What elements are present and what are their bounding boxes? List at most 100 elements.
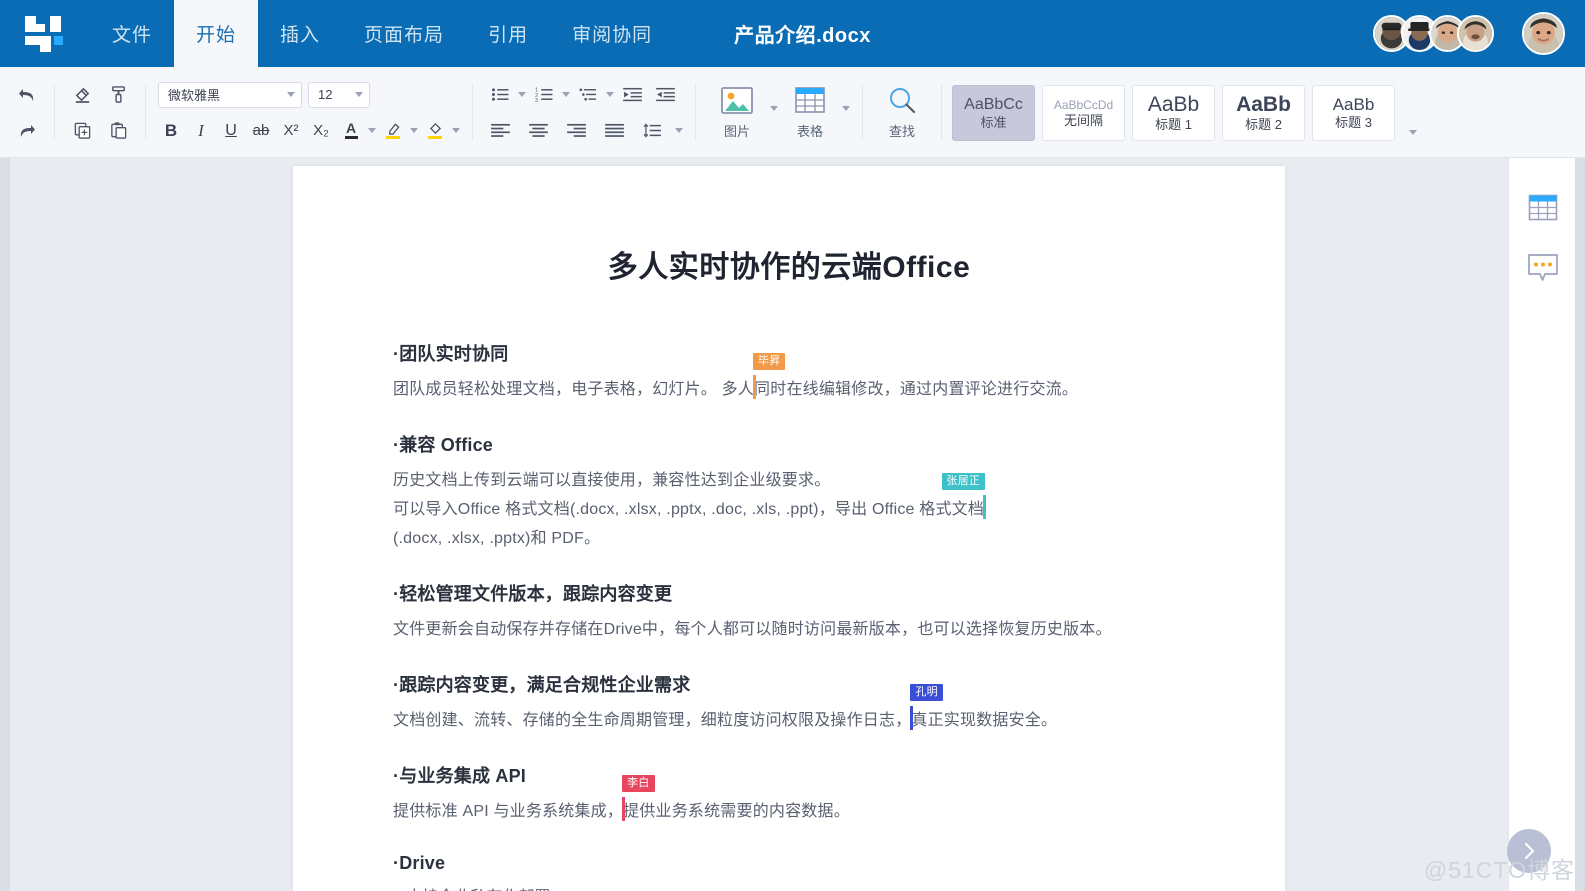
doc-section: ·兼容 Office 历史文档上传到云端可以直接使用，兼容性达到企业级要求。 可… — [393, 431, 1185, 553]
chevron-down-icon[interactable] — [368, 128, 376, 133]
chevron-down-icon[interactable] — [452, 128, 460, 133]
numbered-list-icon[interactable]: 123 — [529, 82, 559, 108]
subscript-button[interactable]: X₂ — [308, 118, 334, 144]
insert-table-label: 表格 — [796, 123, 823, 139]
style-gallery-group: AaBbCc 标准 AaBbCcDd 无间隔 AaBb 标题 1 AaBb 标题… — [942, 67, 1434, 158]
chevron-down-icon[interactable] — [287, 92, 295, 97]
right-sidebar — [1507, 158, 1576, 891]
clear-format-icon[interactable] — [67, 82, 97, 108]
section-paragraph: 团队成员轻松处理文档，电子表格，幻灯片。 多人 毕昇 同时在线编辑修改，通过内置评论… — [393, 353, 1185, 404]
paragraph-text-before: 提供标准 API 与业务系统集成， — [393, 803, 624, 820]
find-button[interactable]: 查找 — [875, 78, 929, 148]
chevron-down-icon[interactable] — [606, 92, 614, 97]
paste-icon[interactable] — [103, 118, 133, 144]
section-heading: ·跟踪内容变更，满足合规性企业需求 — [393, 675, 691, 695]
section-heading: ·团队实时协同 — [393, 344, 509, 364]
section-heading: ·与业务集成 API — [393, 766, 527, 786]
tab-references[interactable]: 引用 — [466, 0, 550, 67]
tab-home[interactable]: 开始 — [174, 0, 259, 67]
align-left-icon[interactable] — [485, 118, 515, 144]
current-user-avatar[interactable] — [1522, 12, 1565, 55]
chevron-down-icon[interactable] — [842, 105, 850, 111]
app-logo[interactable] — [0, 0, 90, 67]
section-paragraph: 历史文档上传到云端可以直接使用，兼容性达到企业级要求。 可以导入Office 格… — [393, 466, 1185, 553]
section-heading: ·兼容 Office — [393, 435, 494, 455]
paint-bucket-icon — [429, 122, 441, 135]
insert-group: 图片 表格 — [696, 67, 862, 158]
tab-file[interactable]: 文件 — [90, 0, 174, 67]
section-bullet: – 支持企业私有化部署 — [393, 883, 1185, 891]
undo-icon[interactable] — [12, 82, 42, 108]
table-panel-button[interactable] — [1509, 178, 1576, 238]
style-card-normal[interactable]: AaBbCc 标准 — [952, 84, 1035, 141]
tab-insert[interactable]: 插入 — [258, 0, 342, 67]
indent-increase-icon[interactable] — [617, 82, 647, 108]
section-heading: ·轻松管理文件版本，跟踪内容变更 — [393, 584, 673, 604]
tab-page-layout[interactable]: 页面布局 — [342, 0, 466, 67]
chevron-down-icon[interactable] — [518, 92, 526, 97]
chevron-down-icon[interactable] — [770, 105, 778, 111]
insert-image-button[interactable]: 图片 — [708, 78, 766, 148]
font-size-value: 12 — [318, 87, 333, 102]
line-spacing-icon[interactable] — [637, 118, 667, 144]
strikethrough-button[interactable]: ab — [248, 118, 274, 144]
style-gallery-more-button[interactable] — [1402, 85, 1424, 141]
ribbon-tabs: 文件 开始 插入 页面布局 引用 审阅协同 — [90, 0, 674, 67]
multilevel-list-icon[interactable] — [573, 82, 603, 108]
font-family-select[interactable]: 微软雅黑 — [158, 81, 302, 108]
paragraph-text-after: 同时在线编辑修改，通过内置评论进行交流。 — [754, 381, 1079, 398]
paragraph-text-after: 提供业务系统需要的内容数据。 — [623, 803, 850, 820]
comment-panel-button[interactable] — [1509, 238, 1576, 298]
chevron-down-icon[interactable] — [410, 128, 418, 133]
underline-button[interactable]: U — [218, 118, 244, 144]
next-page-button[interactable] — [1507, 829, 1551, 873]
doc-section: ·与业务集成 API 提供标准 API 与业务系统集成， 李白 提供业务系统需要的内… — [393, 762, 1185, 826]
style-card-heading-2[interactable]: AaBb 标题 2 — [1222, 84, 1305, 141]
align-right-icon[interactable] — [561, 118, 591, 144]
document-title[interactable]: 产品介绍.docx — [734, 0, 871, 67]
right-rail — [1575, 158, 1585, 891]
highlight-button[interactable] — [380, 118, 406, 144]
collaborator-avatars — [1373, 0, 1565, 67]
style-card-heading-3[interactable]: AaBb 标题 3 — [1312, 84, 1395, 141]
chevron-down-icon[interactable] — [355, 92, 363, 97]
history-group — [0, 67, 54, 158]
highlight-swatch — [386, 136, 400, 139]
cursor-caret — [983, 495, 987, 519]
find-label: 查找 — [888, 123, 915, 139]
section-paragraph: 文档创建、流转、存储的全生命周期管理，细粒度访问权限及操作日志， 孔明 真正实现数据… — [393, 684, 1185, 735]
superscript-button[interactable]: X² — [278, 118, 304, 144]
cursor-caret — [910, 706, 914, 730]
format-painter-icon[interactable] — [103, 82, 133, 108]
doc-section: ·Drive – 支持企业私有化部署 – 支持组织结构和账号集成 — [393, 853, 1185, 891]
section-paragraph: 文件更新会自动保存并存储在Drive中，每个人都可以随时访问最新版本，也可以选择… — [393, 621, 1112, 638]
font-size-select[interactable]: 12 — [308, 81, 370, 108]
avatar-stack[interactable] — [1373, 15, 1494, 52]
font-group: 微软雅黑 12 B I U ab X² X₂ A — [146, 67, 472, 158]
chevron-down-icon[interactable] — [675, 128, 683, 133]
find-group: 查找 — [863, 67, 941, 158]
paragraph-text-before: 团队成员轻松处理文档，电子表格，幻灯片。 多人 — [393, 381, 755, 398]
tab-review-collab[interactable]: 审阅协同 — [550, 0, 674, 67]
italic-button[interactable]: I — [188, 118, 214, 144]
cursor-caret — [753, 375, 757, 399]
style-card-no-spacing[interactable]: AaBbCcDd 无间隔 — [1042, 84, 1125, 141]
chevron-down-icon[interactable] — [562, 92, 570, 97]
insert-table-button[interactable]: 表格 — [782, 78, 838, 148]
bullet-list-icon[interactable] — [485, 82, 515, 108]
font-color-button[interactable]: A — [338, 118, 364, 144]
shading-button[interactable] — [422, 118, 448, 144]
indent-decrease-icon[interactable] — [650, 82, 680, 108]
document-page[interactable]: 多人实时协作的云端Office ·团队实时协同 团队成员轻松处理文档，电子表格，… — [293, 166, 1285, 891]
redo-icon[interactable] — [12, 118, 42, 144]
bold-button[interactable]: B — [158, 118, 184, 144]
document-body[interactable]: 多人实时协作的云端Office ·团队实时协同 团队成员轻松处理文档，电子表格，… — [293, 166, 1285, 891]
style-sample: AaBbCcDd — [1053, 97, 1114, 112]
style-card-heading-1[interactable]: AaBb 标题 1 — [1132, 84, 1215, 141]
align-justify-icon[interactable] — [599, 118, 629, 144]
align-center-icon[interactable] — [523, 118, 553, 144]
avatar[interactable] — [1457, 15, 1494, 52]
copy-icon[interactable] — [67, 118, 97, 144]
section-heading: ·Drive — [393, 853, 446, 873]
chevron-down-icon[interactable] — [1409, 129, 1417, 135]
